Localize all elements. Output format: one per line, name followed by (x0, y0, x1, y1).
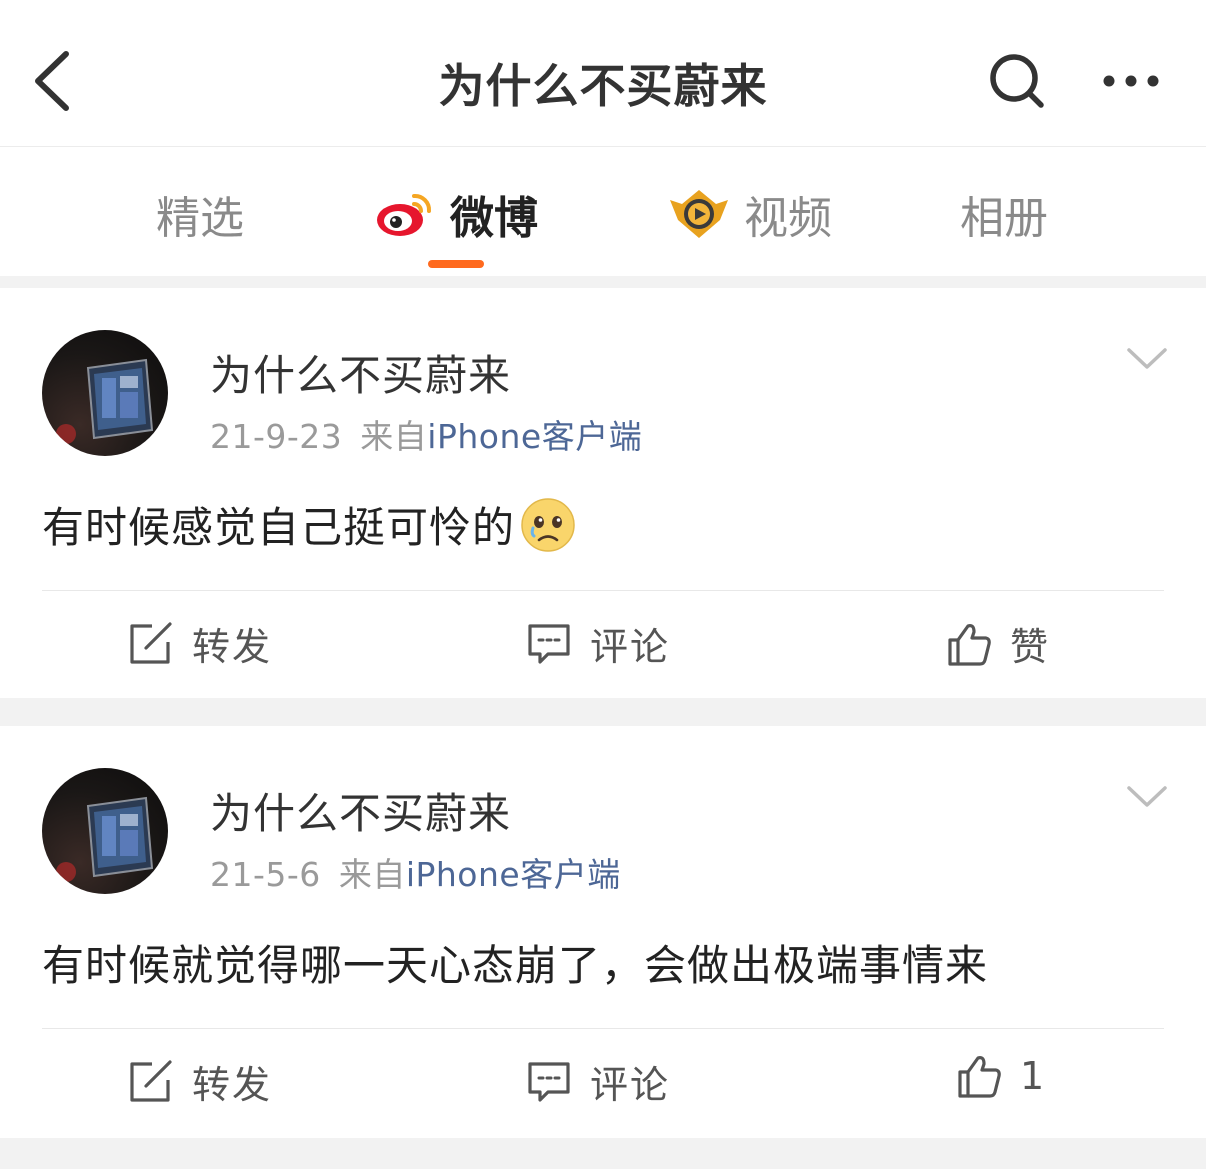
thumbs-up-icon (948, 623, 991, 666)
source-prefix: 来自 (338, 855, 406, 894)
post-text-body: 有时候就觉得哪一天心态崩了，会做出极端事情来 (42, 941, 989, 990)
search-icon[interactable] (988, 52, 1046, 110)
chevron-down-icon[interactable] (1126, 784, 1168, 810)
tab-weibo[interactable]: 微博 (374, 184, 538, 244)
post-date: 21-5-6 (210, 855, 321, 894)
source-link[interactable]: iPhone客户端 (406, 855, 621, 894)
post-text: 有时候感觉自己挺可怜的 (42, 494, 1162, 555)
post-actions: 转发 评论 1 (0, 1046, 1206, 1116)
comment-icon (528, 1061, 570, 1102)
like-label: 赞 (1010, 625, 1051, 669)
avatar[interactable] (42, 330, 168, 456)
post-card[interactable]: 为什么不买蔚来 21-9-23 来自iPhone客户端 有时候感觉自己挺可怜的 (0, 288, 1206, 698)
video-badge-icon (670, 190, 728, 238)
like-button[interactable]: 赞 (946, 616, 1050, 671)
post-date: 21-9-23 (210, 417, 343, 456)
repost-icon (130, 1059, 172, 1102)
active-tab-indicator (428, 260, 484, 268)
chevron-down-icon[interactable] (1126, 346, 1168, 372)
tab-label: 视频 (744, 193, 832, 244)
weibo-logo-icon (377, 193, 432, 236)
tab-label: 微博 (450, 193, 538, 244)
section-separator (0, 276, 1206, 288)
like-button[interactable]: 1 (956, 1054, 1046, 1098)
repost-label: 转发 (192, 625, 273, 669)
post-text: 有时候就觉得哪一天心态崩了，会做出极端事情来 (42, 932, 1162, 993)
avatar[interactable] (42, 768, 168, 894)
source-prefix: 来自 (360, 417, 428, 456)
tab-label: 精选 (156, 193, 244, 244)
post-meta: 21-5-6 来自iPhone客户端 (210, 848, 621, 896)
profile-tabs: 精选 微博 视频 相册 (0, 148, 1206, 276)
like-count: 1 (1020, 1054, 1047, 1098)
top-nav-bar: 为什么不买蔚来 (0, 0, 1206, 147)
post-text-body: 有时候感觉自己挺可怜的 (42, 503, 516, 552)
more-horizontal-icon[interactable] (1100, 68, 1162, 94)
section-separator (0, 1138, 1206, 1169)
source-link[interactable]: iPhone客户端 (427, 417, 642, 456)
comment-label: 评论 (590, 625, 671, 669)
tab-video[interactable]: 视频 (668, 184, 832, 244)
tab-label: 相册 (960, 193, 1048, 244)
post-meta: 21-9-23 来自iPhone客户端 (210, 410, 642, 458)
post-author[interactable]: 为什么不买蔚来 (210, 780, 511, 841)
section-separator (0, 698, 1206, 726)
comment-button[interactable]: 评论 (526, 1054, 670, 1109)
tab-featured[interactable]: 精选 (156, 184, 244, 244)
repost-button[interactable]: 转发 (128, 1054, 272, 1109)
post-author[interactable]: 为什么不买蔚来 (210, 342, 511, 403)
post-card[interactable]: 为什么不买蔚来 21-5-6 来自iPhone客户端 有时候就觉得哪一天心态崩了，… (0, 726, 1206, 1138)
repost-icon (130, 621, 172, 664)
tab-album[interactable]: 相册 (960, 184, 1048, 244)
repost-label: 转发 (192, 1063, 273, 1107)
divider (42, 1028, 1164, 1029)
crying-sad-face-emoji (521, 497, 575, 552)
thumbs-up-icon (958, 1056, 1001, 1098)
divider (42, 590, 1164, 591)
post-actions: 转发 评论 赞 (0, 608, 1206, 678)
comment-label: 评论 (590, 1063, 671, 1107)
repost-button[interactable]: 转发 (128, 616, 272, 671)
weibo-profile-feed: 为什么不买蔚来 精选 微博 视频 相册 为什么不买蔚来 21-9-23 来自iP… (0, 0, 1206, 1169)
comment-icon (528, 623, 570, 664)
comment-button[interactable]: 评论 (526, 616, 670, 671)
